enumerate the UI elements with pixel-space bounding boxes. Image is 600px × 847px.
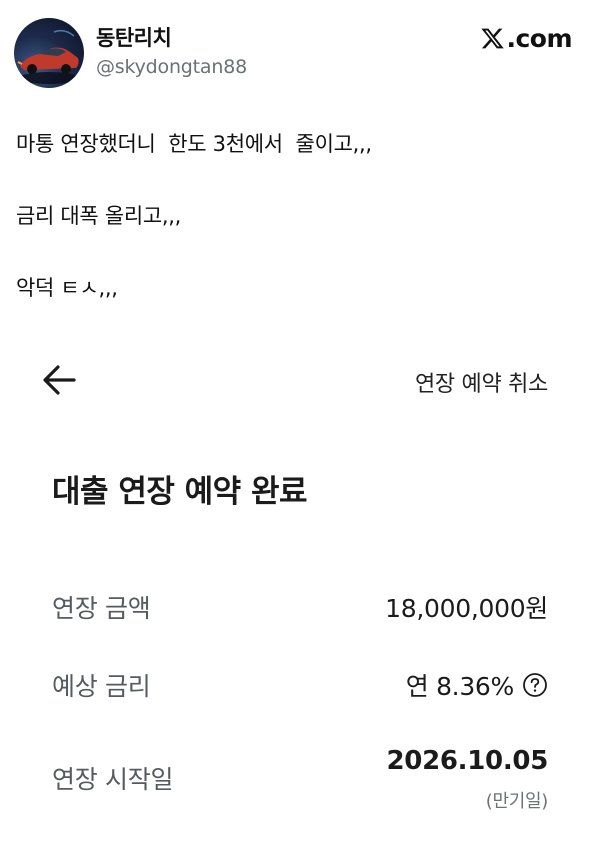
- tweet-text-line: 악덕 ㅌㅅ,,,: [16, 276, 118, 300]
- brand-suffix: .com: [506, 24, 572, 53]
- row-label-amount: 연장 금액: [52, 594, 151, 623]
- row-value-amount: 18,000,000원: [385, 594, 548, 623]
- avatar[interactable]: [14, 18, 84, 88]
- question-circle-icon[interactable]: [522, 672, 548, 698]
- display-name[interactable]: 동탄리치: [96, 22, 172, 52]
- tweet-text-line: 마통 연장했더니 한도 3천에서 줄이고,,,: [16, 132, 372, 156]
- rate-value: 연 8.36%: [405, 672, 515, 701]
- x-brand-logo[interactable]: .com: [480, 24, 572, 53]
- page-title: 대출 연장 예약 완료: [52, 474, 308, 510]
- row-value-start-date-note: (만기일): [485, 791, 549, 812]
- cancel-reservation-button[interactable]: 연장 예약 취소: [415, 366, 548, 398]
- row-value-start-date: 2026.10.05: [386, 746, 549, 776]
- row-label-start-date: 연장 시작일: [52, 765, 174, 794]
- handle[interactable]: @skydongtan88: [96, 56, 247, 78]
- tweet-text-line: 금리 대폭 올리고,,,: [16, 204, 182, 228]
- arrow-left-icon[interactable]: [38, 362, 80, 398]
- x-logo-icon: [480, 26, 505, 51]
- row-value-rate: 연 8.36%: [406, 667, 548, 703]
- row-label-rate: 예상 금리: [52, 672, 151, 701]
